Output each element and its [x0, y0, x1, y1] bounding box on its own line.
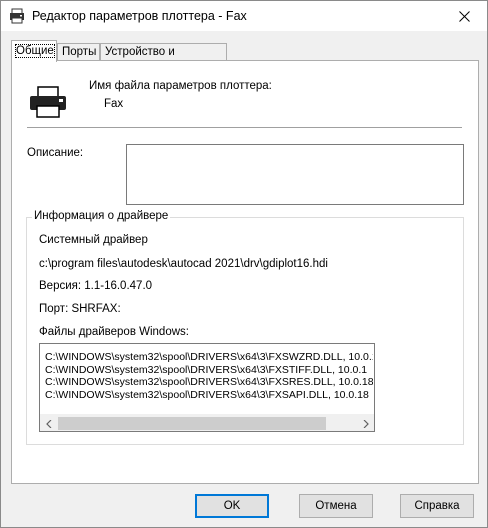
title-bar: Редактор параметров плоттера - Fax [1, 1, 487, 31]
list-item[interactable]: C:\WINDOWS\system32\spool\DRIVERS\x64\3\… [45, 351, 373, 364]
windows-drivers-label: Файлы драйверов Windows: [39, 326, 189, 338]
separator [27, 127, 462, 128]
list-item[interactable]: C:\WINDOWS\system32\spool\DRIVERS\x64\3\… [45, 389, 373, 402]
cancel-button[interactable]: Отмена [299, 494, 373, 518]
horizontal-scrollbar[interactable] [40, 414, 374, 431]
tab-general[interactable]: Общие [11, 40, 57, 62]
windows-drivers-list[interactable]: C:\WINDOWS\system32\spool\DRIVERS\x64\3\… [39, 343, 375, 432]
scroll-right-button[interactable] [357, 415, 374, 431]
plotter-config-dialog: Редактор параметров плоттера - Fax Общие… [0, 0, 488, 528]
ok-button[interactable]: OK [195, 494, 269, 518]
printer-icon [30, 86, 66, 118]
tab-device-document[interactable]: Устройство и документ [100, 43, 227, 74]
driver-port: Порт: SHRFAX: [39, 303, 121, 315]
filename-value: Fax [104, 98, 124, 110]
list-item[interactable]: C:\WINDOWS\system32\spool\DRIVERS\x64\3\… [45, 376, 373, 389]
tab-ports-label: Порты [62, 46, 97, 58]
list-item[interactable]: C:\WINDOWS\system32\spool\DRIVERS\x64\3\… [45, 364, 373, 377]
description-label: Описание: [27, 147, 84, 159]
tab-ports[interactable]: Порты [57, 43, 100, 61]
window-title: Редактор параметров плоттера - Fax [32, 9, 247, 23]
scrollbar-thumb[interactable] [58, 417, 326, 430]
driver-info-group-title: Информация о драйвере [32, 210, 171, 222]
plotter-app-icon [10, 8, 24, 24]
driver-type: Системный драйвер [39, 234, 148, 246]
help-button[interactable]: Справка [400, 494, 474, 518]
filename-label: Имя файла параметров плоттера: [89, 80, 272, 92]
chevron-left-icon [45, 419, 51, 428]
close-icon [458, 10, 470, 22]
driver-path: c:\program files\autodesk\autocad 2021\d… [39, 258, 328, 270]
driver-version: Версия: 1.1-16.0.47.0 [39, 280, 153, 292]
close-button[interactable] [441, 1, 487, 31]
tab-general-label: Общие [15, 44, 55, 58]
chevron-right-icon [363, 419, 369, 428]
scroll-left-button[interactable] [40, 415, 57, 431]
description-field[interactable] [126, 144, 464, 205]
